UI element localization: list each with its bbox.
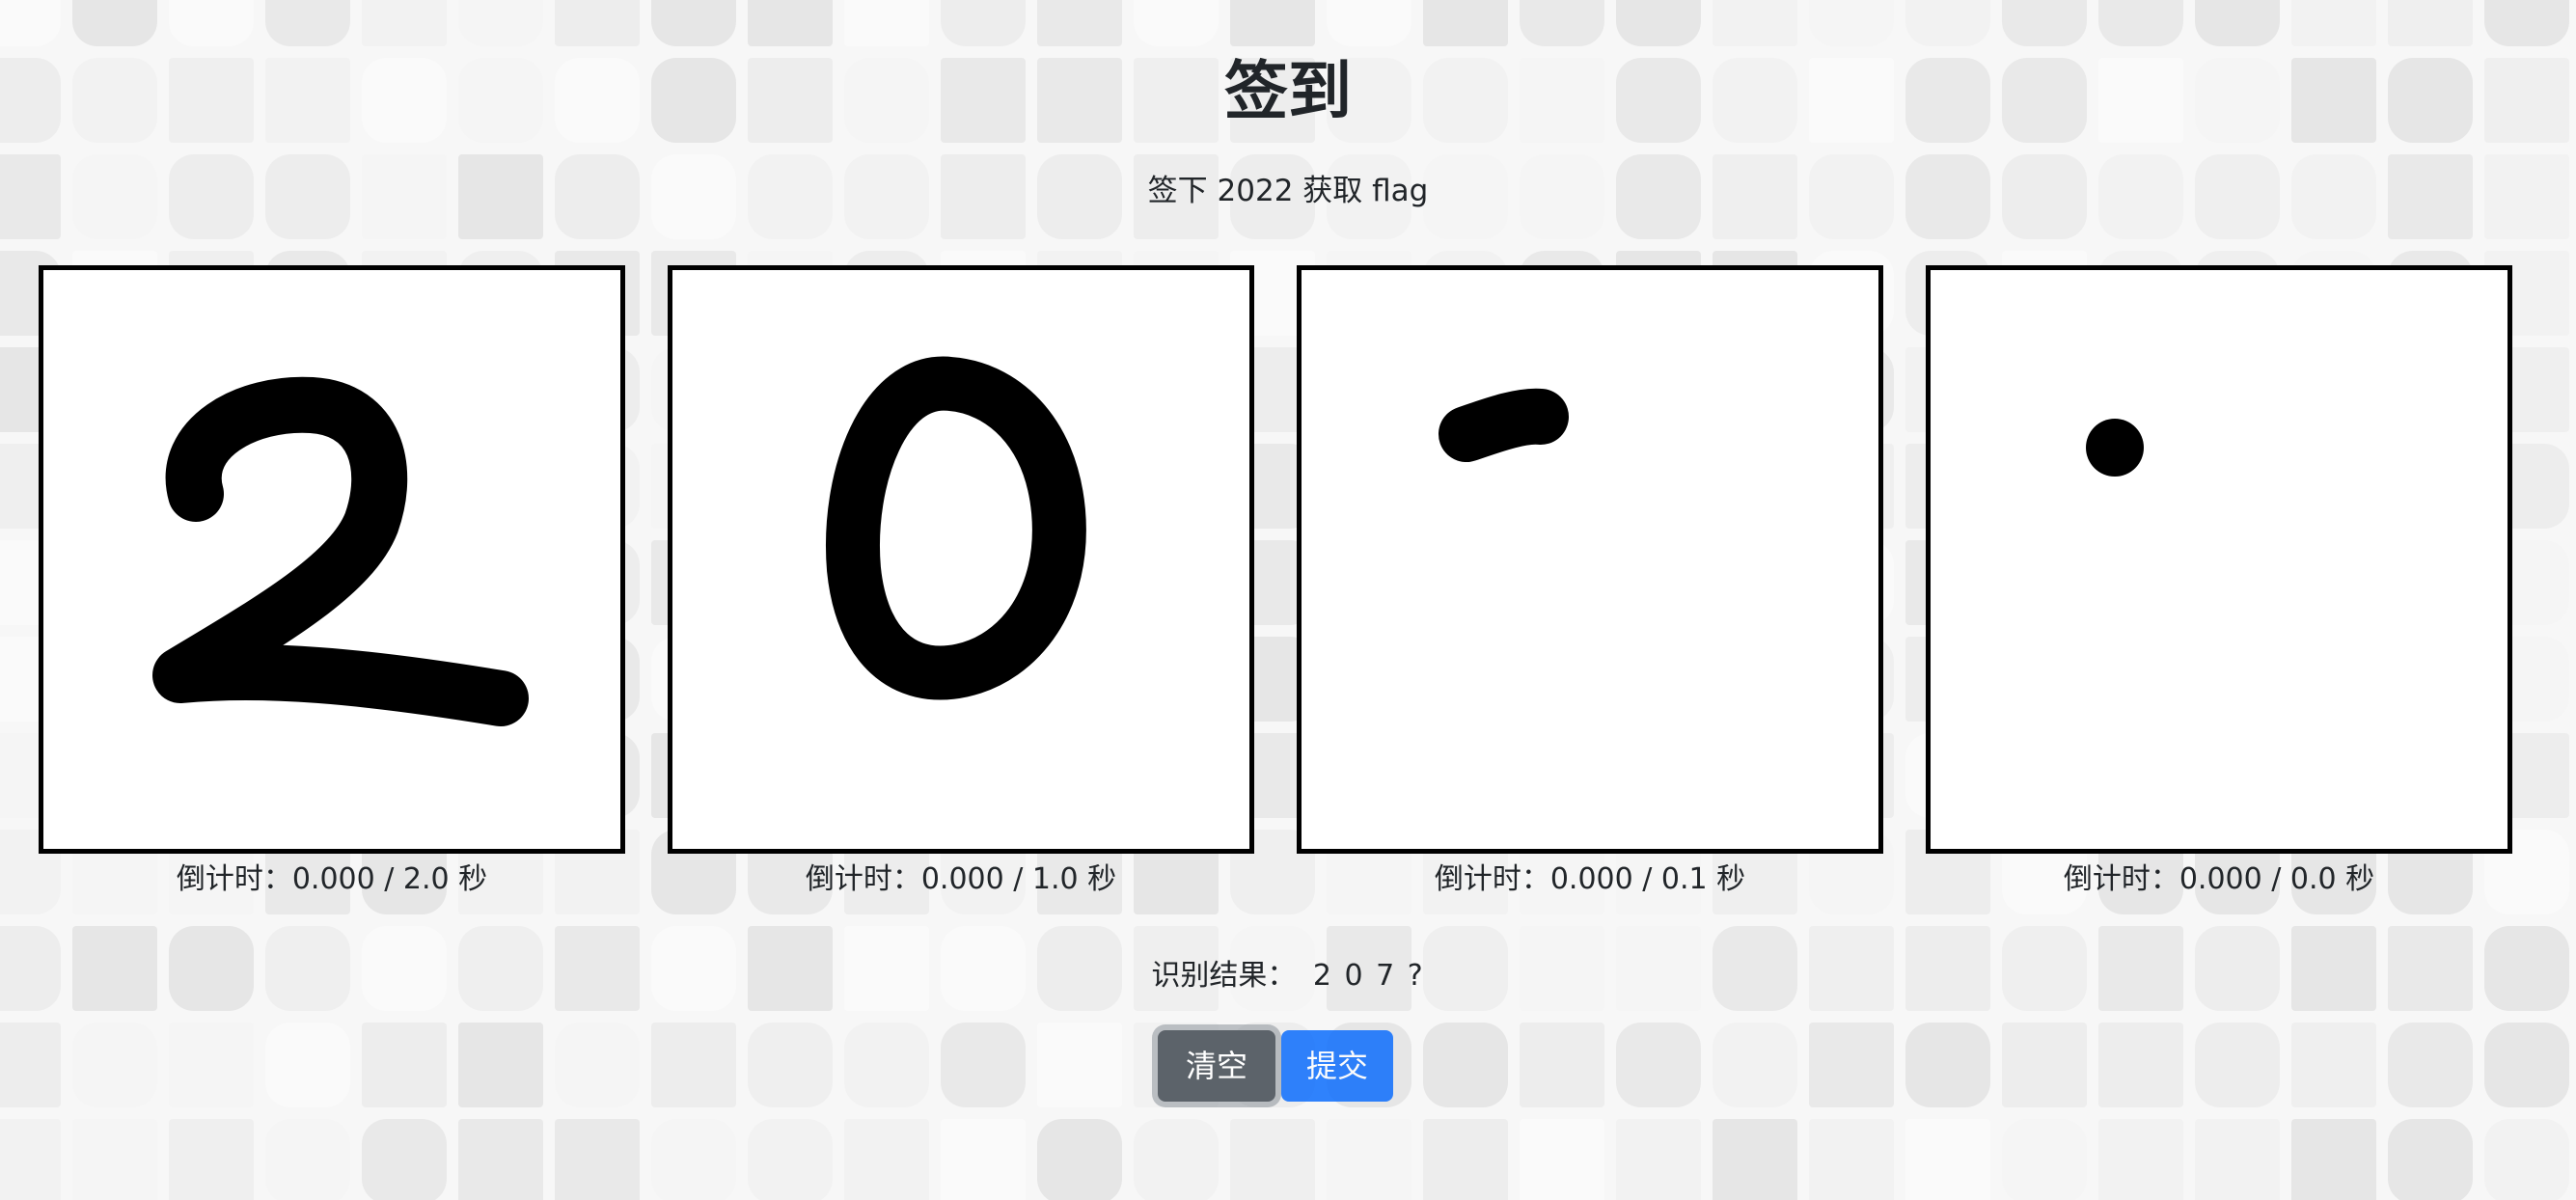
signin-page: 签到 签下 2022 获取 flag 倒计时：0.000 / 2.0 秒 倒计时… (0, 0, 2576, 1200)
countdown-text-3: 倒计时：0.000 / 0.1 秒 (1434, 862, 1746, 896)
result-label: 识别结果： (1151, 959, 1297, 993)
handwritten-stroke-2 (826, 356, 1086, 700)
handwritten-stroke-3 (1439, 388, 1569, 462)
result-value: 2 0 7 ? (1312, 959, 1425, 993)
submit-button[interactable]: 提交 (1281, 1030, 1393, 1102)
countdown-text-2: 倒计时：0.000 / 1.0 秒 (805, 862, 1117, 896)
handwritten-stroke-4 (2086, 419, 2144, 477)
drawing-canvas-1[interactable] (39, 265, 625, 854)
countdown-text-4: 倒计时：0.000 / 0.0 秒 (2063, 862, 2375, 896)
drawing-canvas-2[interactable] (668, 265, 1254, 854)
recognition-result: 识别结果： 2 0 7 ? (0, 955, 2576, 997)
drawing-canvas-3[interactable] (1297, 265, 1883, 854)
page-title: 签到 (1224, 54, 1352, 128)
clear-button[interactable]: 清空 (1158, 1030, 1275, 1102)
page-subtitle: 签下 2022 获取 flag (1147, 174, 1429, 208)
drawing-canvas-4[interactable] (1926, 265, 2512, 854)
handwritten-stroke-1 (152, 376, 529, 726)
countdown-text-1: 倒计时：0.000 / 2.0 秒 (176, 862, 488, 896)
